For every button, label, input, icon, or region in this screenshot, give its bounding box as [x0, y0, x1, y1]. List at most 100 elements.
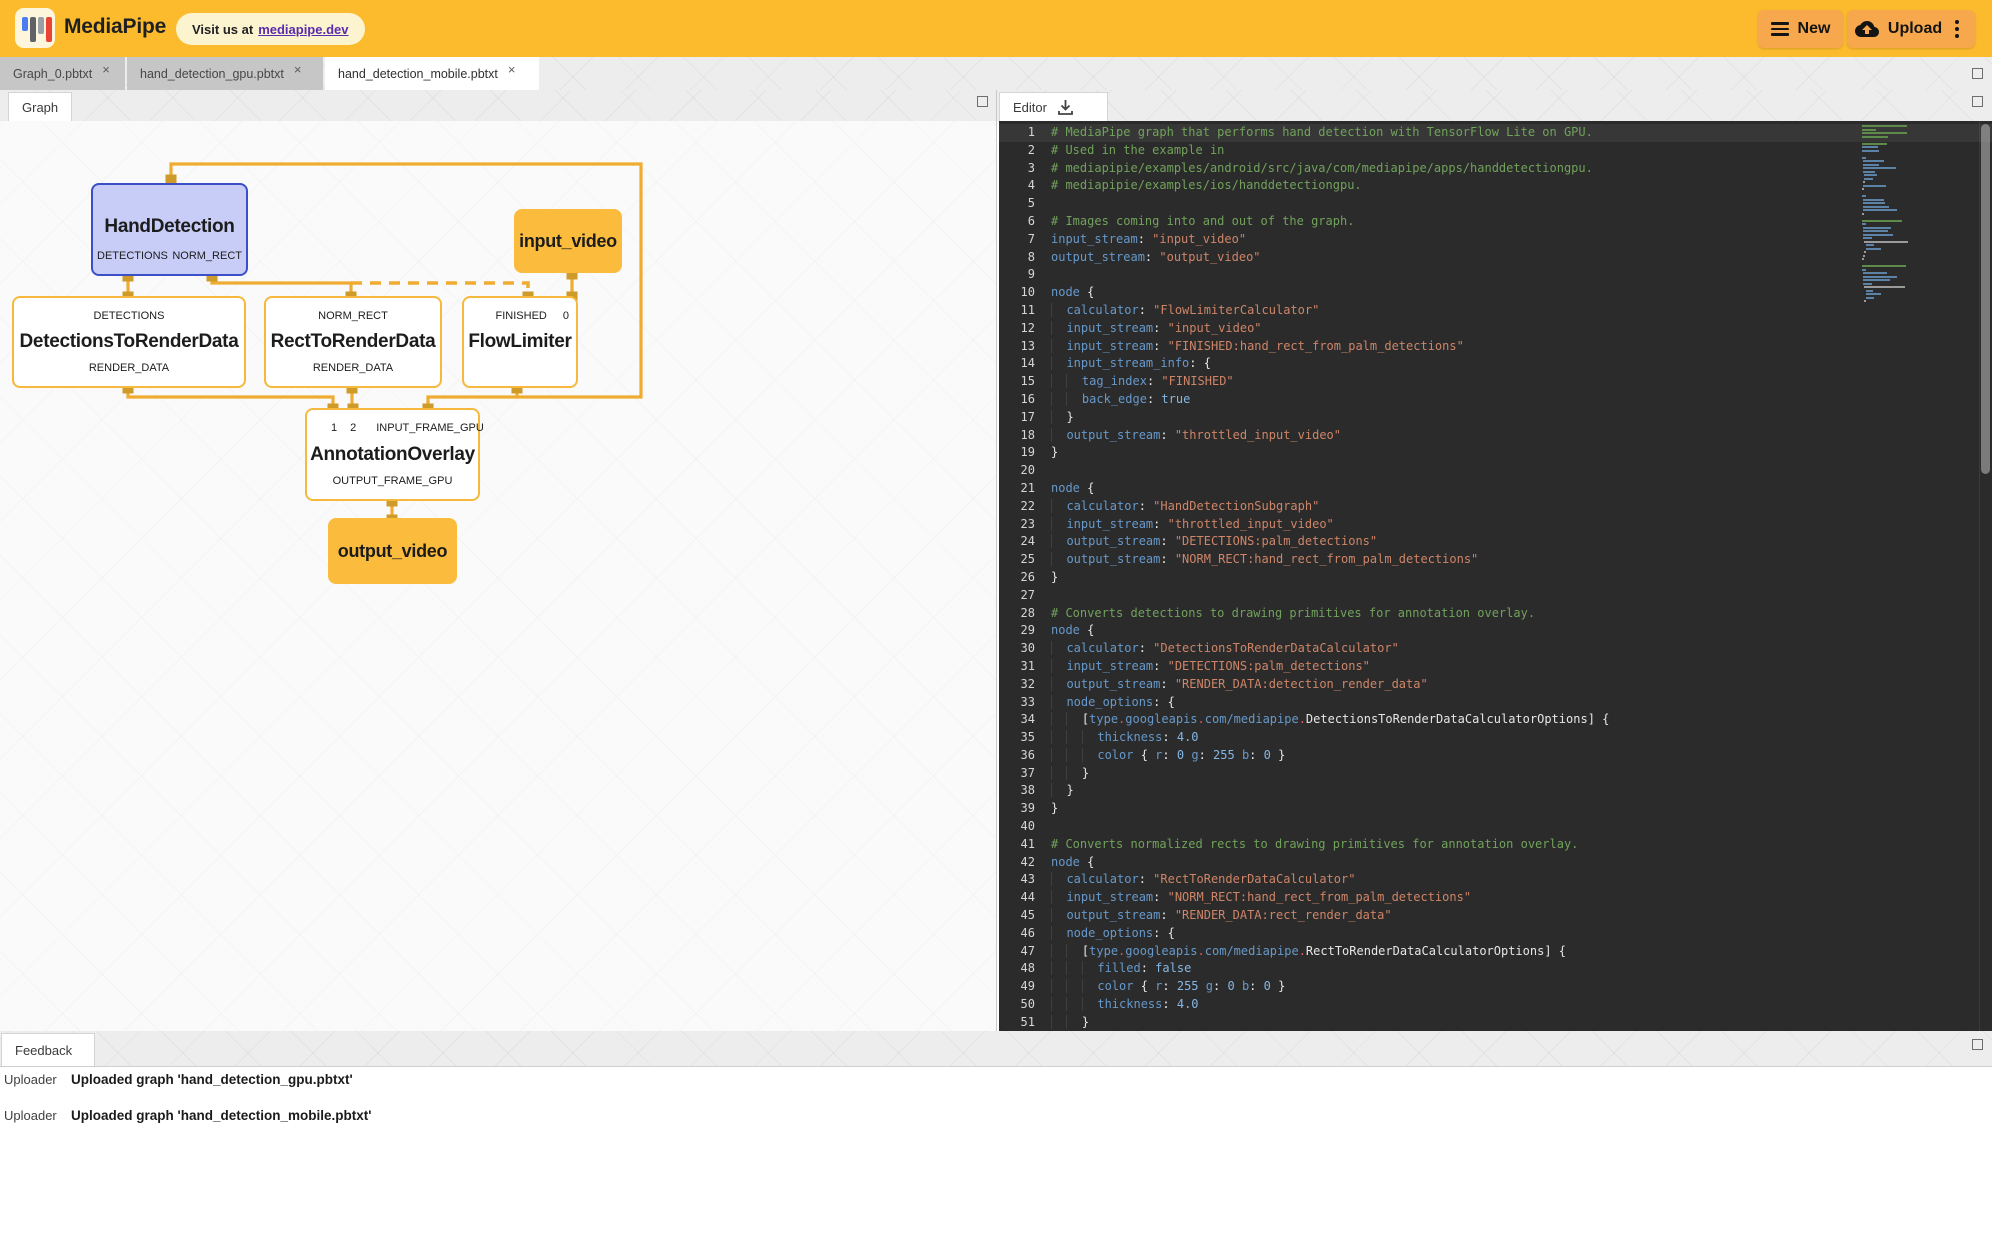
code-line-49[interactable]: 49 color { r: 255 g: 0 b: 0 }	[999, 978, 1992, 996]
code-line-14[interactable]: 14 input_stream_info: {	[999, 355, 1992, 373]
code-line-9[interactable]: 9	[999, 266, 1992, 284]
code-line-38[interactable]: 38 }	[999, 782, 1992, 800]
tab-hand-detection-mobile[interactable]: hand_detection_mobile.pbtxt ×	[325, 57, 539, 90]
code-line-2[interactable]: 2# Used in the example in	[999, 142, 1992, 160]
line-number: 23	[999, 516, 1051, 534]
node-title: DetectionsToRenderData	[14, 322, 244, 362]
expand-tabrow-icon[interactable]	[1972, 68, 1983, 79]
code-line-50[interactable]: 50 thickness: 4.0	[999, 996, 1992, 1014]
code-line-33[interactable]: 33 node_options: {	[999, 694, 1992, 712]
code-line-41[interactable]: 41# Converts normalized rects to drawing…	[999, 836, 1992, 854]
code-line-36[interactable]: 36 color { r: 0 g: 255 b: 0 }	[999, 747, 1992, 765]
node-annotation-overlay[interactable]: 1 2 INPUT_FRAME_GPU AnnotationOverlay OU…	[305, 408, 480, 501]
node-input-video[interactable]: input_video	[514, 209, 622, 273]
expand-editor-panel-icon[interactable]	[1972, 96, 1983, 107]
upload-menu-icon[interactable]	[1955, 20, 1959, 38]
node-title: input_video	[519, 209, 617, 273]
code-line-5[interactable]: 5	[999, 195, 1992, 213]
code-line-26[interactable]: 26}	[999, 569, 1992, 587]
graph-panel-header: Graph	[0, 90, 996, 121]
code-line-27[interactable]: 27	[999, 587, 1992, 605]
close-icon[interactable]: ×	[508, 63, 516, 76]
line-number: 11	[999, 302, 1051, 320]
code-line-51[interactable]: 51 }	[999, 1014, 1992, 1031]
code-line-10[interactable]: 10node {	[999, 284, 1992, 302]
code-line-6[interactable]: 6# Images coming into and out of the gra…	[999, 213, 1992, 231]
port-label-2: 2	[350, 422, 356, 434]
code-line-4[interactable]: 4# mediapipie/examples/ios/handdetection…	[999, 177, 1992, 195]
code-line-30[interactable]: 30 calculator: "DetectionsToRenderDataCa…	[999, 640, 1992, 658]
code-line-11[interactable]: 11 calculator: "FlowLimiterCalculator"	[999, 302, 1992, 320]
graph-canvas[interactable]: HandDetection DETECTIONS NORM_RECT input…	[0, 121, 996, 1031]
code-line-42[interactable]: 42node {	[999, 854, 1992, 872]
node-title: output_video	[338, 518, 447, 584]
code-line-23[interactable]: 23 input_stream: "throttled_input_video"	[999, 516, 1992, 534]
code-line-1[interactable]: 1# MediaPipe graph that performs hand de…	[999, 124, 1992, 142]
line-number: 36	[999, 747, 1051, 765]
code-line-35[interactable]: 35 thickness: 4.0	[999, 729, 1992, 747]
code-line-13[interactable]: 13 input_stream: "FINISHED:hand_rect_fro…	[999, 338, 1992, 356]
expand-graph-panel-icon[interactable]	[977, 96, 988, 107]
node-detections-to-render-data[interactable]: DETECTIONS DetectionsToRenderData RENDER…	[12, 296, 246, 388]
node-hand-detection[interactable]: HandDetection DETECTIONS NORM_RECT	[91, 183, 248, 276]
editor-minimap[interactable]	[1862, 125, 1940, 304]
tab-graph-0-pbtxt[interactable]: Graph_0.pbtxt ×	[0, 57, 125, 90]
close-icon[interactable]: ×	[102, 63, 110, 76]
code-line-22[interactable]: 22 calculator: "HandDetectionSubgraph"	[999, 498, 1992, 516]
code-line-47[interactable]: 47 [type.googleapis.com/mediapipe.RectTo…	[999, 943, 1992, 961]
node-flow-limiter[interactable]: FINISHED 0 FlowLimiter	[462, 296, 578, 388]
code-line-12[interactable]: 12 input_stream: "input_video"	[999, 320, 1992, 338]
code-line-45[interactable]: 45 output_stream: "RENDER_DATA:rect_rend…	[999, 907, 1992, 925]
scrollbar-thumb[interactable]	[1981, 124, 1990, 474]
code-line-34[interactable]: 34 [type.googleapis.com/mediapipe.Detect…	[999, 711, 1992, 729]
code-line-39[interactable]: 39}	[999, 800, 1992, 818]
code-line-29[interactable]: 29node {	[999, 622, 1992, 640]
new-button[interactable]: New	[1758, 10, 1843, 48]
node-title: HandDetection	[93, 203, 246, 250]
code-line-44[interactable]: 44 input_stream: "NORM_RECT:hand_rect_fr…	[999, 889, 1992, 907]
line-number: 25	[999, 551, 1051, 569]
download-icon[interactable]	[1057, 99, 1074, 116]
code-editor[interactable]: 1# MediaPipe graph that performs hand de…	[999, 121, 1992, 1031]
node-output-video[interactable]: output_video	[328, 518, 457, 584]
code-line-31[interactable]: 31 input_stream: "DETECTIONS:palm_detect…	[999, 658, 1992, 676]
line-number: 38	[999, 782, 1051, 800]
code-line-20[interactable]: 20	[999, 462, 1992, 480]
line-number: 40	[999, 818, 1051, 836]
expand-feedback-panel-icon[interactable]	[1972, 1039, 1983, 1050]
code-line-15[interactable]: 15 tag_index: "FINISHED"	[999, 373, 1992, 391]
tab-graph-view[interactable]: Graph	[8, 92, 72, 121]
code-line-37[interactable]: 37 }	[999, 765, 1992, 783]
code-line-25[interactable]: 25 output_stream: "NORM_RECT:hand_rect_f…	[999, 551, 1992, 569]
code-line-43[interactable]: 43 calculator: "RectToRenderDataCalculat…	[999, 871, 1992, 889]
tab-editor-view[interactable]: Editor	[999, 92, 1108, 121]
feedback-divider	[0, 1066, 1992, 1067]
tab-hand-detection-gpu[interactable]: hand_detection_gpu.pbtxt ×	[127, 57, 323, 90]
upload-button[interactable]: Upload	[1847, 10, 1975, 48]
mediapipe-dev-link[interactable]: mediapipe.dev	[258, 22, 348, 37]
code-lines[interactable]: 1# MediaPipe graph that performs hand de…	[999, 121, 1992, 1031]
code-line-40[interactable]: 40	[999, 818, 1992, 836]
code-line-21[interactable]: 21node {	[999, 480, 1992, 498]
code-line-24[interactable]: 24 output_stream: "DETECTIONS:palm_detec…	[999, 533, 1992, 551]
port-label-detections: DETECTIONS	[97, 250, 168, 262]
panel-divider[interactable]	[996, 90, 997, 1031]
code-line-3[interactable]: 3# mediapipie/examples/android/src/java/…	[999, 160, 1992, 178]
node-rect-to-render-data[interactable]: NORM_RECT RectToRenderData RENDER_DATA	[264, 296, 442, 388]
code-line-17[interactable]: 17 }	[999, 409, 1992, 427]
code-line-28[interactable]: 28# Converts detections to drawing primi…	[999, 605, 1992, 623]
code-line-18[interactable]: 18 output_stream: "throttled_input_video…	[999, 427, 1992, 445]
code-line-46[interactable]: 46 node_options: {	[999, 925, 1992, 943]
line-number: 41	[999, 836, 1051, 854]
code-line-7[interactable]: 7input_stream: "input_video"	[999, 231, 1992, 249]
feedback-panel-header: Feedback	[0, 1031, 1992, 1066]
line-number: 39	[999, 800, 1051, 818]
code-line-16[interactable]: 16 back_edge: true	[999, 391, 1992, 409]
close-icon[interactable]: ×	[294, 63, 302, 76]
line-number: 51	[999, 1014, 1051, 1031]
code-line-8[interactable]: 8output_stream: "output_video"	[999, 249, 1992, 267]
code-line-32[interactable]: 32 output_stream: "RENDER_DATA:detection…	[999, 676, 1992, 694]
code-line-19[interactable]: 19}	[999, 444, 1992, 462]
code-line-48[interactable]: 48 filled: false	[999, 960, 1992, 978]
tab-feedback[interactable]: Feedback	[1, 1033, 95, 1066]
